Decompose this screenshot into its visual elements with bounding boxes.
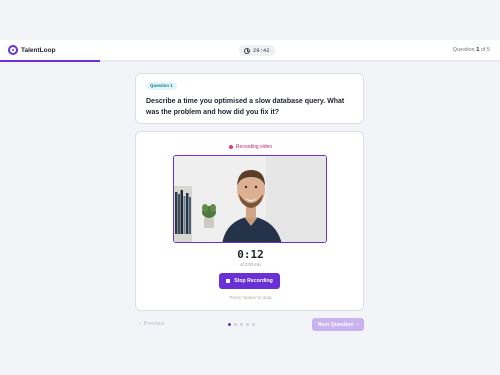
timer-value: 29:42 [253, 47, 270, 54]
timer-pill: 29:42 [239, 45, 275, 56]
next-question-label: Next Question [317, 321, 354, 328]
recording-status: Recording video [136, 144, 365, 150]
chevron-left-icon: ‹ [139, 321, 141, 327]
previous-button[interactable]: ‹ Previous [139, 321, 164, 327]
stop-recording-label: Stop Recording [234, 278, 273, 284]
step-dot-5 [252, 323, 255, 326]
question-card: Question 1 Describe a time you optimised… [135, 73, 364, 124]
step-dot-4 [246, 323, 249, 326]
keyboard-hint: Press 'Space' to stop [229, 295, 272, 300]
recording-card: Recording video 0:12 of 2:00 min Stop Re… [135, 131, 364, 311]
previous-label: Previous [143, 321, 165, 327]
step-dot-1 [228, 323, 231, 326]
top-bar: TalentLoop 29:42 Question 1 of 5 [0, 40, 500, 62]
step-dot-3 [240, 323, 243, 326]
progress-track [0, 60, 500, 62]
recording-status-label: Recording video [235, 144, 273, 150]
time-limit: of 2:00 min [240, 262, 261, 267]
step-indicator [228, 323, 255, 326]
stop-recording-button[interactable]: Stop Recording [219, 273, 280, 289]
next-question-button[interactable]: Next Question › [312, 318, 364, 331]
brand[interactable]: TalentLoop [8, 45, 56, 55]
step-dot-2 [234, 323, 237, 326]
clock-icon [244, 47, 250, 54]
progress-fill [0, 60, 100, 62]
talentloop-logo-icon [8, 45, 18, 55]
recording-dot-icon [228, 145, 233, 149]
question-counter-current: 1 [476, 47, 480, 53]
question-text: Describe a time you optimised a slow dat… [146, 98, 345, 116]
elapsed-time: 0:12 [237, 248, 264, 261]
chevron-right-icon: › [356, 321, 359, 328]
stop-icon [226, 279, 231, 283]
question-badge: Question 1 [146, 82, 177, 90]
question-counter: Question 1 of 5 [453, 47, 490, 53]
video-preview [173, 155, 327, 243]
question-counter-prefix: Question [452, 47, 475, 53]
brand-name: TalentLoop [21, 46, 56, 54]
question-counter-total: of 5 [480, 47, 490, 53]
candidate-video-image [174, 156, 326, 242]
